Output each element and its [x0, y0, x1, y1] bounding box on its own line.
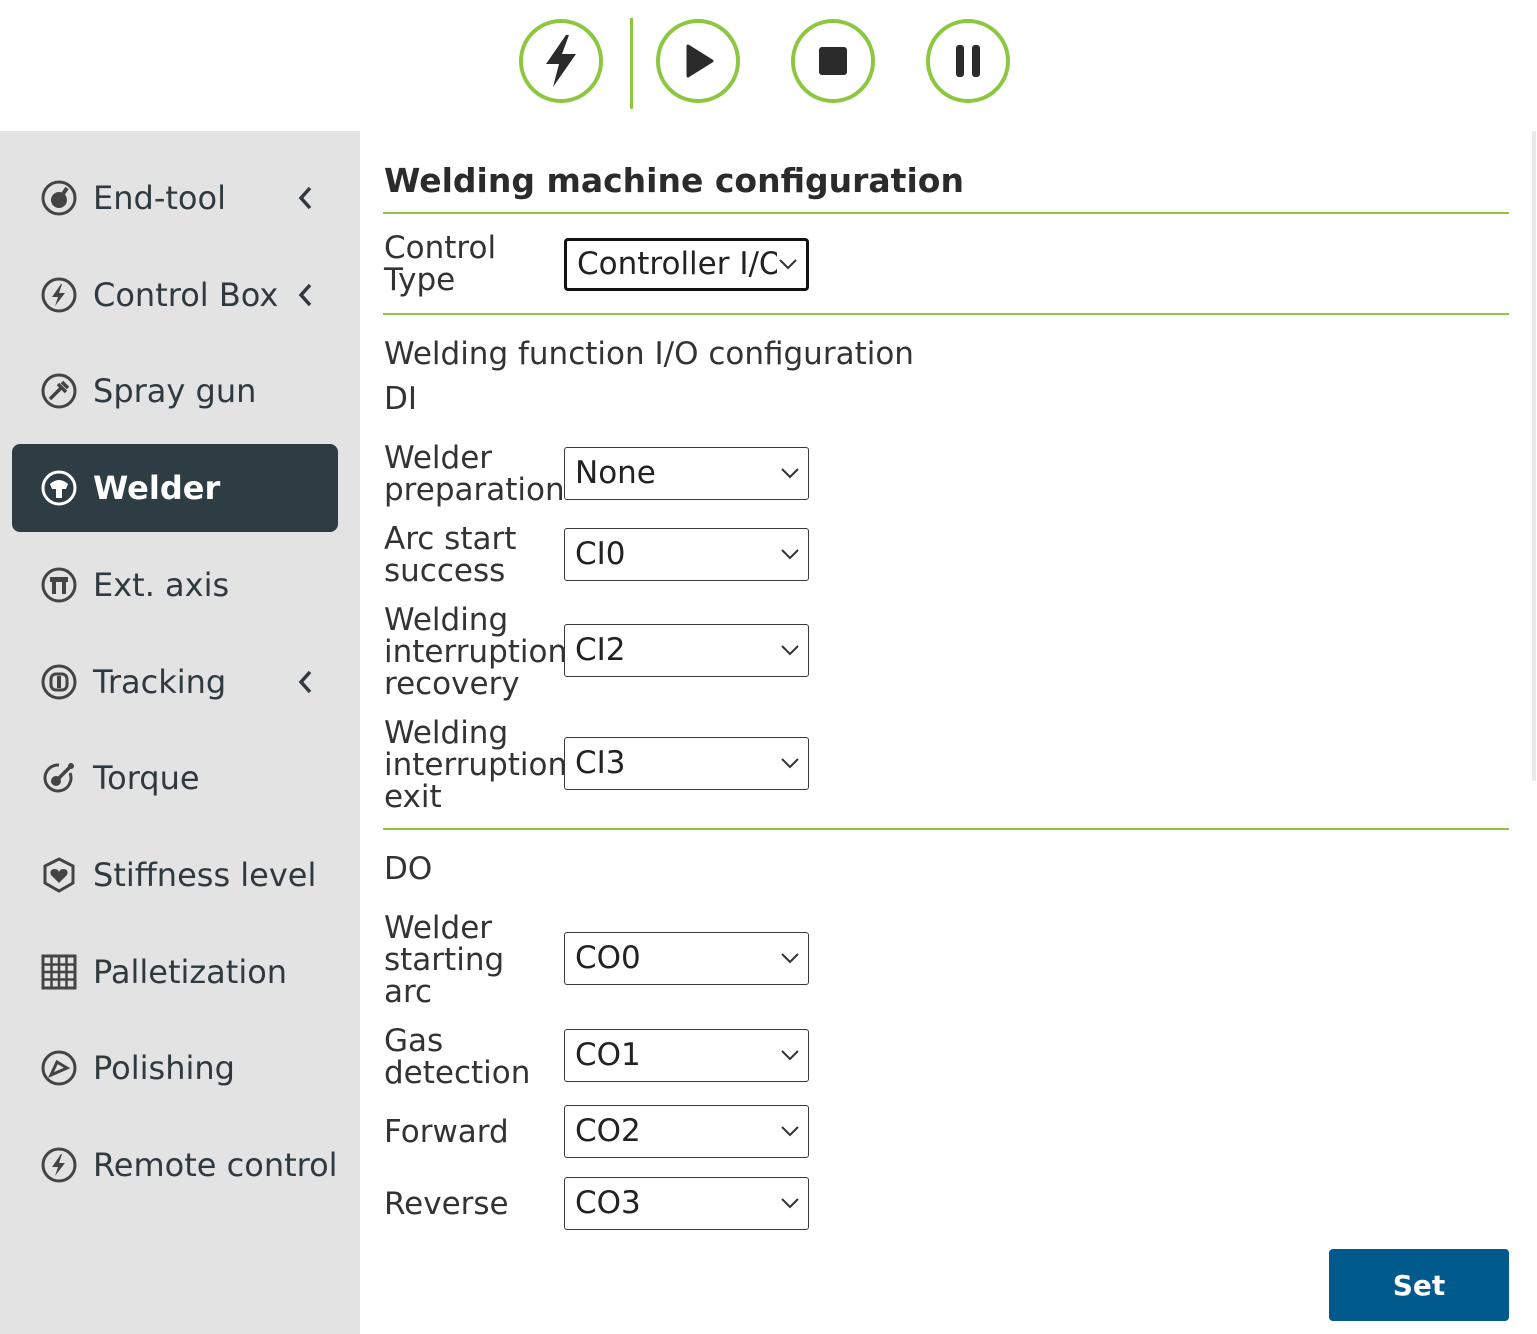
sidebar-item-label: End-tool: [93, 179, 226, 217]
welding-interruption-exit-label: Welding interruption exit: [384, 715, 568, 815]
sidebar-item-label: Welder: [93, 469, 221, 507]
welder-icon: [40, 469, 78, 507]
top-toolbar: [0, 0, 1537, 131]
sidebar-item-polishing[interactable]: Polishing: [12, 1024, 338, 1112]
lightning-icon: [40, 276, 78, 314]
page-title: Welding machine configuration: [384, 161, 964, 200]
io-section-title: Welding function I/O configuration: [384, 336, 914, 372]
welding-interruption-recovery-label: Welding interruption recovery: [384, 602, 568, 702]
stop-icon: [819, 47, 847, 75]
control-type-select[interactable]: Controller I/O: [564, 238, 809, 291]
welder-starting-arc-label: Welder starting arc: [384, 910, 505, 1010]
sidebar-item-label: Tracking: [93, 663, 227, 701]
chevron-down-icon: [781, 467, 799, 478]
sidebar-item-end-tool[interactable]: End-tool: [12, 154, 338, 242]
run-button[interactable]: [656, 19, 740, 103]
chevron-left-icon: [296, 185, 316, 211]
reverse-label: Reverse: [384, 1186, 509, 1222]
enable-button[interactable]: [519, 19, 603, 103]
chevron-down-icon: [781, 548, 799, 559]
welder-preparation-label: Welder preparation: [384, 440, 565, 508]
sidebar-item-label: Remote control: [93, 1146, 338, 1184]
pause-button[interactable]: [926, 19, 1010, 103]
sidebar-item-torque[interactable]: Torque: [12, 734, 338, 822]
arc-start-success-select[interactable]: CI0: [564, 528, 809, 581]
chevron-down-icon: [781, 644, 799, 655]
di-section-title: DI: [384, 381, 418, 417]
gas-detection-label: Gas detection: [384, 1023, 531, 1091]
sidebar-item-palletization[interactable]: Palletization: [12, 928, 338, 1016]
chevron-down-icon: [781, 1197, 799, 1208]
set-button[interactable]: Set: [1329, 1249, 1509, 1321]
forward-select[interactable]: CO2: [564, 1105, 809, 1158]
chevron-down-icon: [781, 1049, 799, 1060]
do-section-title: DO: [384, 851, 433, 887]
spray-gun-icon: [40, 372, 78, 410]
scrollbar[interactable]: [1532, 131, 1536, 781]
chevron-down-icon: [781, 757, 799, 768]
arc-start-success-label: Arc start success: [384, 521, 517, 589]
welder-starting-arc-select[interactable]: CO0: [564, 932, 809, 985]
chevron-left-icon: [296, 282, 316, 308]
ext-axis-icon: [40, 566, 78, 604]
play-icon: [686, 44, 714, 78]
gas-detection-select[interactable]: CO1: [564, 1029, 809, 1082]
sidebar-item-label: Palletization: [93, 953, 288, 991]
welder-preparation-select[interactable]: None: [564, 447, 809, 500]
lightning-icon: [40, 1146, 78, 1184]
torque-icon: [40, 759, 78, 797]
sidebar-item-label: Torque: [93, 759, 200, 797]
welding-interruption-recovery-select[interactable]: CI2: [564, 624, 809, 677]
divider: [383, 313, 1509, 315]
sidebar-item-welder[interactable]: Welder: [12, 444, 338, 532]
lightning-icon: [546, 35, 576, 87]
welding-interruption-exit-select[interactable]: CI3: [564, 737, 809, 790]
chevron-down-icon: [779, 258, 797, 269]
reverse-select[interactable]: CO3: [564, 1177, 809, 1230]
forward-label: Forward: [384, 1114, 509, 1150]
control-type-label: Control Type: [384, 230, 497, 298]
sidebar-item-remote-control[interactable]: Remote control: [12, 1121, 338, 1209]
polishing-icon: [40, 1049, 78, 1087]
pause-icon: [956, 45, 980, 77]
tracking-icon: [40, 663, 78, 701]
divider: [383, 212, 1509, 214]
chevron-down-icon: [781, 1125, 799, 1136]
palletization-icon: [40, 953, 78, 991]
chevron-left-icon: [296, 669, 316, 695]
sidebar-item-label: Control Box: [93, 276, 279, 314]
main-panel: Welding machine configuration Control Ty…: [360, 131, 1537, 1334]
sidebar: End-tool Control Box Spray gun Welder Ex…: [0, 131, 360, 1334]
sidebar-item-stiffness-level[interactable]: Stiffness level: [12, 831, 338, 919]
sidebar-item-label: Stiffness level: [93, 856, 317, 894]
sidebar-item-tracking[interactable]: Tracking: [12, 638, 338, 726]
stop-button[interactable]: [791, 19, 875, 103]
chevron-down-icon: [781, 952, 799, 963]
sidebar-item-label: Spray gun: [93, 372, 257, 410]
sidebar-item-label: Ext. axis: [93, 566, 230, 604]
sidebar-item-spray-gun[interactable]: Spray gun: [12, 347, 338, 435]
sidebar-item-label: Polishing: [93, 1049, 235, 1087]
sidebar-item-ext-axis[interactable]: Ext. axis: [12, 541, 338, 629]
stiffness-icon: [40, 856, 78, 894]
end-tool-icon: [40, 179, 78, 217]
toolbar-divider: [630, 18, 633, 109]
sidebar-item-control-box[interactable]: Control Box: [12, 251, 338, 339]
divider: [383, 828, 1509, 830]
